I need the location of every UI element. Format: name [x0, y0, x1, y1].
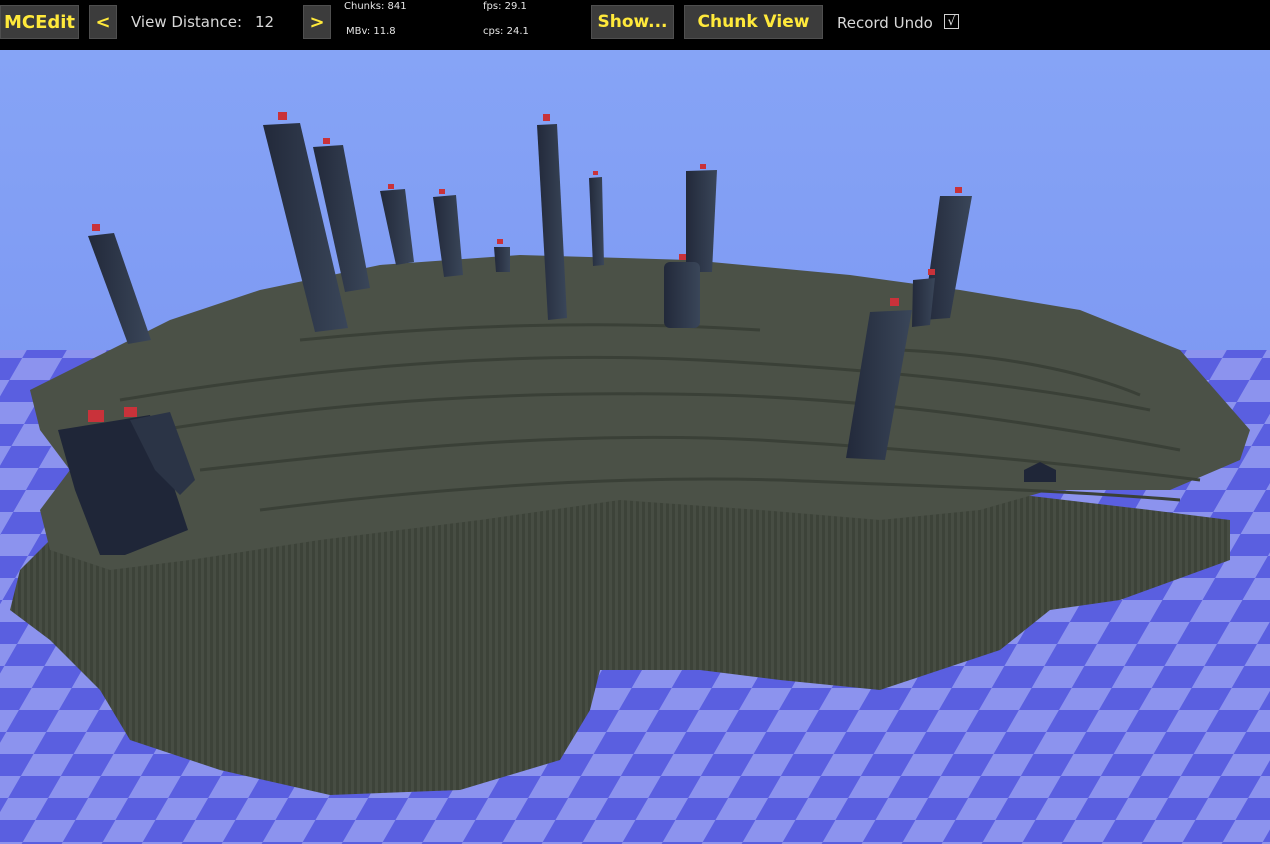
mbv-stat: MBv: 11.8: [346, 26, 396, 37]
chunks-stat: Chunks: 841: [344, 1, 407, 12]
view-distance-increase-button[interactable]: >: [303, 5, 331, 39]
view-distance-decrease-button[interactable]: <: [89, 5, 117, 39]
chunk-view-button[interactable]: Chunk View: [684, 5, 823, 39]
view-distance-label: View Distance:: [131, 13, 243, 31]
mcedit-menu-button[interactable]: MCEdit: [0, 5, 79, 39]
world-render: [0, 50, 1270, 844]
toolbar: MCEdit < View Distance: 12 > Chunks: 841…: [0, 0, 1270, 50]
cps-stat: cps: 24.1: [483, 26, 529, 37]
record-undo-label: Record Undo: [837, 14, 933, 32]
world-viewport[interactable]: [0, 50, 1270, 844]
record-undo-checkbox[interactable]: √: [944, 14, 959, 29]
fps-stat: fps: 29.1: [483, 1, 527, 12]
view-distance-value: 12: [255, 13, 275, 31]
show-button[interactable]: Show...: [591, 5, 674, 39]
